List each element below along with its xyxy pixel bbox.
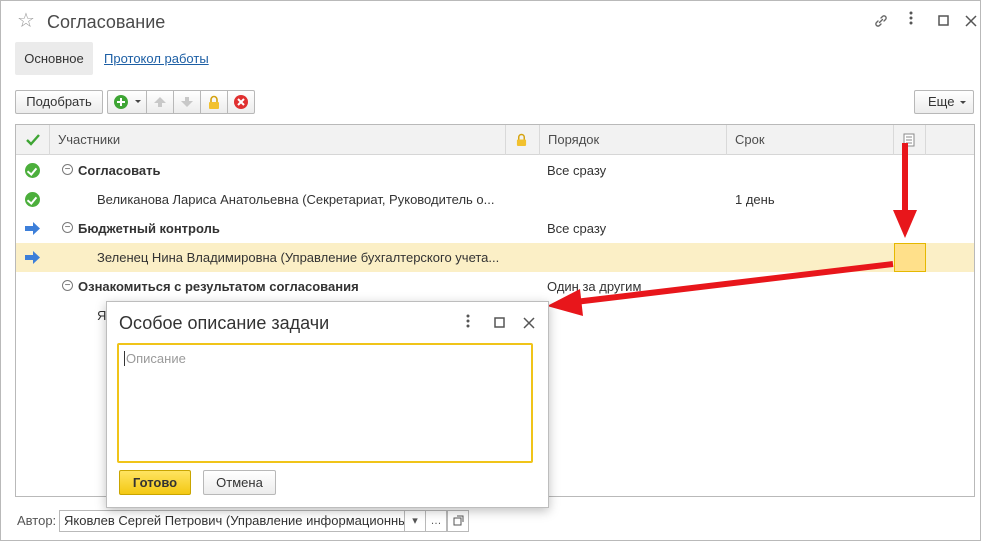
table-row[interactable]: − Ознакомиться с результатом согласовани…: [16, 272, 974, 301]
close-icon[interactable]: [961, 11, 981, 31]
tab-work-log[interactable]: Протокол работы: [104, 42, 209, 75]
order-cell: Один за другим: [547, 279, 642, 294]
author-field[interactable]: Яковлев Сергей Петрович (Управление инфо…: [59, 510, 405, 532]
link-icon[interactable]: [871, 11, 891, 31]
participant-cell: Согласовать: [78, 163, 161, 178]
add-button[interactable]: [107, 90, 147, 114]
text-caret: [124, 351, 125, 366]
move-down-button[interactable]: [173, 90, 201, 114]
collapse-icon[interactable]: −: [62, 164, 73, 175]
tab-main[interactable]: Основное: [15, 42, 93, 75]
maximize-icon[interactable]: [933, 11, 953, 31]
header-status[interactable]: [16, 125, 50, 155]
description-cell[interactable]: [894, 243, 926, 272]
close-icon[interactable]: [520, 314, 538, 332]
participant-cell: Великанова Лариса Анатольевна (Секретари…: [97, 192, 495, 207]
check-icon: [26, 134, 40, 146]
delete-button[interactable]: [227, 90, 255, 114]
collapse-icon[interactable]: −: [62, 280, 73, 291]
favorite-star-icon[interactable]: ☆: [17, 10, 35, 32]
term-cell: 1 день: [735, 192, 775, 207]
author-open-button[interactable]: [447, 510, 469, 532]
arrow-down-icon: [181, 97, 193, 107]
more-actions-icon[interactable]: [459, 314, 477, 332]
open-icon: [453, 515, 463, 526]
description-placeholder: Описание: [126, 351, 186, 366]
lock-icon: [516, 133, 527, 146]
window-title: Согласование: [47, 12, 166, 32]
status-in-progress-icon: [25, 222, 40, 235]
collapse-icon[interactable]: −: [62, 222, 73, 233]
toolbar-group: [107, 90, 255, 114]
task-description-dialog: Особое описание задачи Описание Готово О…: [106, 301, 549, 508]
chevron-down-icon: [960, 101, 966, 104]
header-description[interactable]: [894, 125, 926, 155]
dialog-title: Особое описание задачи: [119, 313, 330, 333]
title-bar: ☆ Согласование: [1, 1, 980, 41]
status-done-icon: [25, 192, 40, 207]
add-icon: [113, 95, 128, 109]
header-lock[interactable]: [506, 125, 540, 155]
more-button[interactable]: Еще: [914, 90, 974, 114]
move-up-button[interactable]: [146, 90, 174, 114]
cancel-button[interactable]: Отмена: [203, 470, 276, 495]
status-done-icon: [25, 163, 40, 178]
table-row-selected[interactable]: Зеленец Нина Владимировна (Управление бу…: [16, 243, 974, 272]
author-select-button[interactable]: …: [425, 510, 447, 532]
participant-cell: Бюджетный контроль: [78, 221, 220, 236]
table-row[interactable]: − Согласовать Все сразу: [16, 156, 974, 185]
lock-icon: [209, 95, 219, 109]
table-row[interactable]: − Бюджетный контроль Все сразу: [16, 214, 974, 243]
arrow-up-icon: [154, 97, 166, 107]
delete-icon: [234, 95, 248, 109]
more-actions-icon[interactable]: [901, 11, 921, 31]
participant-cell: Зеленец Нина Владимировна (Управление бу…: [97, 250, 500, 265]
order-cell: Все сразу: [547, 221, 607, 236]
author-dropdown-button[interactable]: ▾: [404, 510, 426, 532]
description-textarea[interactable]: Описание: [117, 343, 533, 463]
pick-button[interactable]: Подобрать: [15, 90, 103, 114]
table-header: Участники Порядок Срок: [16, 125, 974, 155]
maximize-icon[interactable]: [490, 314, 508, 332]
description-icon: [903, 133, 915, 147]
header-participants[interactable]: Участники: [50, 125, 506, 155]
author-label: Автор:: [17, 513, 57, 528]
order-cell: Все сразу: [547, 163, 607, 178]
lock-button[interactable]: [200, 90, 228, 114]
more-button-label: Еще: [928, 94, 955, 109]
done-button[interactable]: Готово: [119, 470, 191, 495]
status-in-progress-icon: [25, 251, 40, 264]
table-row[interactable]: Великанова Лариса Анатольевна (Секретари…: [16, 185, 974, 214]
header-order[interactable]: Порядок: [540, 125, 727, 155]
chevron-down-icon: [134, 100, 141, 103]
participant-cell: Ознакомиться с результатом согласования: [78, 279, 359, 294]
header-term[interactable]: Срок: [727, 125, 894, 155]
